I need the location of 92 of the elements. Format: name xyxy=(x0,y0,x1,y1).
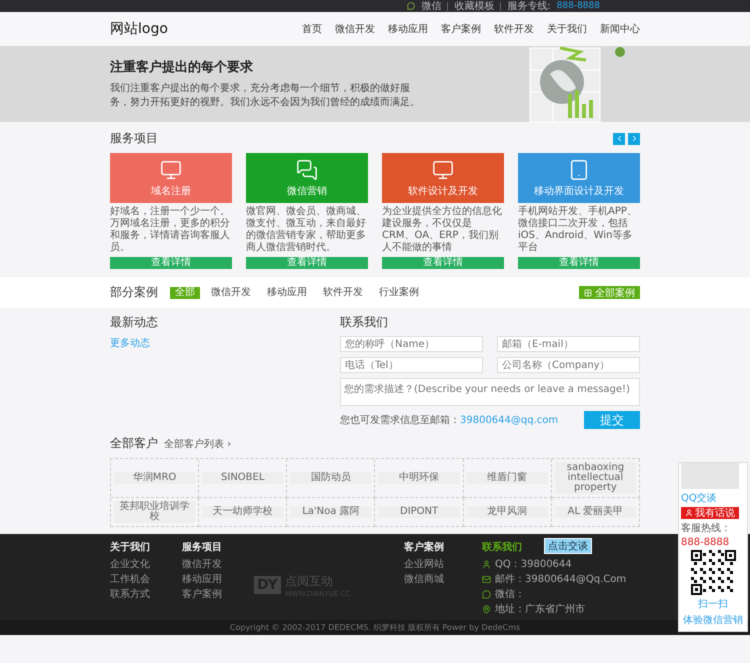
filter-tab[interactable]: 软件开发 xyxy=(318,286,368,298)
footer-link[interactable]: 微信商城 xyxy=(404,572,482,586)
hotline-number: 888-8888 xyxy=(556,1,600,11)
site-logo[interactable]: 网站logo xyxy=(110,20,168,38)
hotline-number: 888-8888 xyxy=(681,537,730,548)
details-button[interactable]: 查看详情 xyxy=(518,257,640,269)
client-logo: 维盾门窗 xyxy=(466,472,548,484)
footer-link[interactable]: 移动应用 xyxy=(182,572,254,586)
qq-chat-link[interactable]: QQ交谈 xyxy=(681,491,717,505)
chat-badge[interactable]: 点击交谈 xyxy=(544,538,592,554)
monitor-icon xyxy=(432,158,454,180)
client-logo: 国防动员 xyxy=(290,472,372,484)
footer-heading: 客户案例 xyxy=(404,540,444,554)
footer-heading: 服务项目 xyxy=(182,540,222,554)
client-logo: AL 爱丽美甲 xyxy=(554,506,636,518)
input-field[interactable]: 电话（Tel） xyxy=(340,357,483,373)
client-logo: 中明环保 xyxy=(378,472,460,484)
nav-link[interactable]: 微信开发 xyxy=(335,22,375,36)
hero-title: 注重客户提出的每个要求 xyxy=(110,58,254,76)
service-title: 软件设计及开发 xyxy=(408,184,478,198)
details-button[interactable]: 查看详情 xyxy=(110,257,232,269)
client-logo: 龙甲风洞 xyxy=(466,506,548,518)
monitor-icon xyxy=(160,158,182,180)
hotline-label: 客服热线： xyxy=(681,522,731,535)
talk-button[interactable]: 我有话说 xyxy=(681,507,739,519)
client-logo: 华润MRO xyxy=(114,472,196,484)
chat-icon xyxy=(482,590,491,598)
hero-text: 我们注重客户提出的每个要求，充分考虑每一个细节，积极的做好服务，努力开拓更好的视野。我们永远不会因为我们曾经的成绩而满足。 xyxy=(110,82,420,110)
client-logo: La'Noa 露阿 xyxy=(290,506,372,518)
section-title: 服务项目 xyxy=(110,130,158,147)
section-title: 最新动态 xyxy=(110,314,158,331)
previous-button[interactable] xyxy=(613,132,625,144)
next-button[interactable] xyxy=(628,132,640,144)
footer-heading: 关于我们 xyxy=(110,540,150,554)
email-note: 您也可发需求信息至邮箱：39800644@qq.com xyxy=(340,414,558,427)
filter-tab[interactable]: 全部 xyxy=(170,286,200,298)
scan-text: 扫一扫 xyxy=(698,598,728,611)
service-description: 好域名，注册一个少一个。万网域名注册，更多的积分和服务，详情请咨询客服人员。 xyxy=(110,206,231,254)
grid-icon xyxy=(584,288,592,296)
input-field[interactable]: 邮箱（E-mail） xyxy=(497,336,640,352)
footer-link[interactable]: 微信开发 xyxy=(182,557,254,571)
chat-icon xyxy=(407,2,416,10)
filter-tab[interactable]: 移动应用 xyxy=(262,286,312,298)
service-title: 移动界面设计及开发 xyxy=(534,184,624,198)
service-title: 域名注册 xyxy=(151,184,191,198)
client-logo: sanbaoxing intellectual property xyxy=(554,462,636,494)
input-field[interactable]: 您的称呼（Name） xyxy=(340,336,483,352)
footer-heading: 联系我们 xyxy=(482,540,522,554)
client-logo: 天一幼师学校 xyxy=(202,506,284,518)
all-cases-button[interactable]: 全部案例 xyxy=(579,286,640,299)
client-logo: SINOBEL xyxy=(202,472,284,484)
service-title: 微信营销 xyxy=(287,184,327,198)
contact-info: 微信： xyxy=(495,588,525,601)
nav-link[interactable]: 移动应用 xyxy=(388,22,428,36)
footer-link[interactable]: 联系方式 xyxy=(110,587,182,601)
details-button[interactable]: 查看详情 xyxy=(246,257,368,269)
footer-link[interactable]: 工作机会 xyxy=(110,572,182,586)
section-title: 联系我们 xyxy=(340,314,389,331)
bookmark-link[interactable]: 收藏模板 xyxy=(447,2,494,10)
footer-link[interactable]: 企业文化 xyxy=(110,557,182,571)
contact-info: 邮件：39800644@Qq.Com xyxy=(495,572,626,586)
mail-icon xyxy=(482,574,491,584)
contact-info: QQ：39800644 xyxy=(495,558,572,571)
service-description: 为企业提供全方位的信息化建设服务，不仅仅是CRM、OA、ERP，我们别人不能做的事情 xyxy=(382,206,503,254)
person-icon xyxy=(685,509,693,517)
filter-tab[interactable]: 行业案例 xyxy=(374,286,424,298)
footer-link[interactable]: 企业网站 xyxy=(404,557,482,571)
client-logo: 英邦职业培训学校 xyxy=(114,501,196,523)
details-button[interactable]: 查看详情 xyxy=(382,257,504,269)
nav-link[interactable]: 客户案例 xyxy=(441,22,481,36)
qr-code-drawing xyxy=(690,550,736,595)
section-title: 全部客户 xyxy=(110,435,158,452)
nav-link[interactable]: 软件开发 xyxy=(494,22,534,36)
chat-bubbles-icon xyxy=(296,158,318,180)
nav-link[interactable]: 首页 xyxy=(302,22,322,36)
tablet-icon xyxy=(568,158,590,180)
client-logo: DIPONT xyxy=(378,506,460,518)
nav-link[interactable]: 新闻中心 xyxy=(600,22,640,36)
location-pin-icon xyxy=(482,604,491,614)
filter-tab[interactable]: 微信开发 xyxy=(206,286,256,298)
person-icon xyxy=(482,560,491,568)
contact-info: 地址：广东省广州市 xyxy=(495,602,585,616)
wechat-link[interactable]: 微信 xyxy=(421,2,442,10)
service-description: 手机网站开发、手机APP、微信接口二次开发，包括iOS、Android、Win等多平台 xyxy=(518,206,638,254)
client-list-link[interactable]: 全部客户列表 › xyxy=(164,436,232,450)
section-title: 部分案例 xyxy=(110,284,158,301)
input-field[interactable]: 公司名称（Company） xyxy=(497,357,640,373)
nav-link[interactable]: 关于我们 xyxy=(547,22,587,36)
service-description: 微官网、微会员、微商城、微支付、微互动，来自最好的微信营销专家，帮助更多商人微信营销时代。 xyxy=(246,206,367,254)
hotline-label: 服务专线: xyxy=(500,2,551,10)
message-field[interactable]: 您的需求描述？(Describe your needs or leave a message!) xyxy=(340,378,640,406)
footer-link[interactable]: 客户案例 xyxy=(182,587,254,601)
